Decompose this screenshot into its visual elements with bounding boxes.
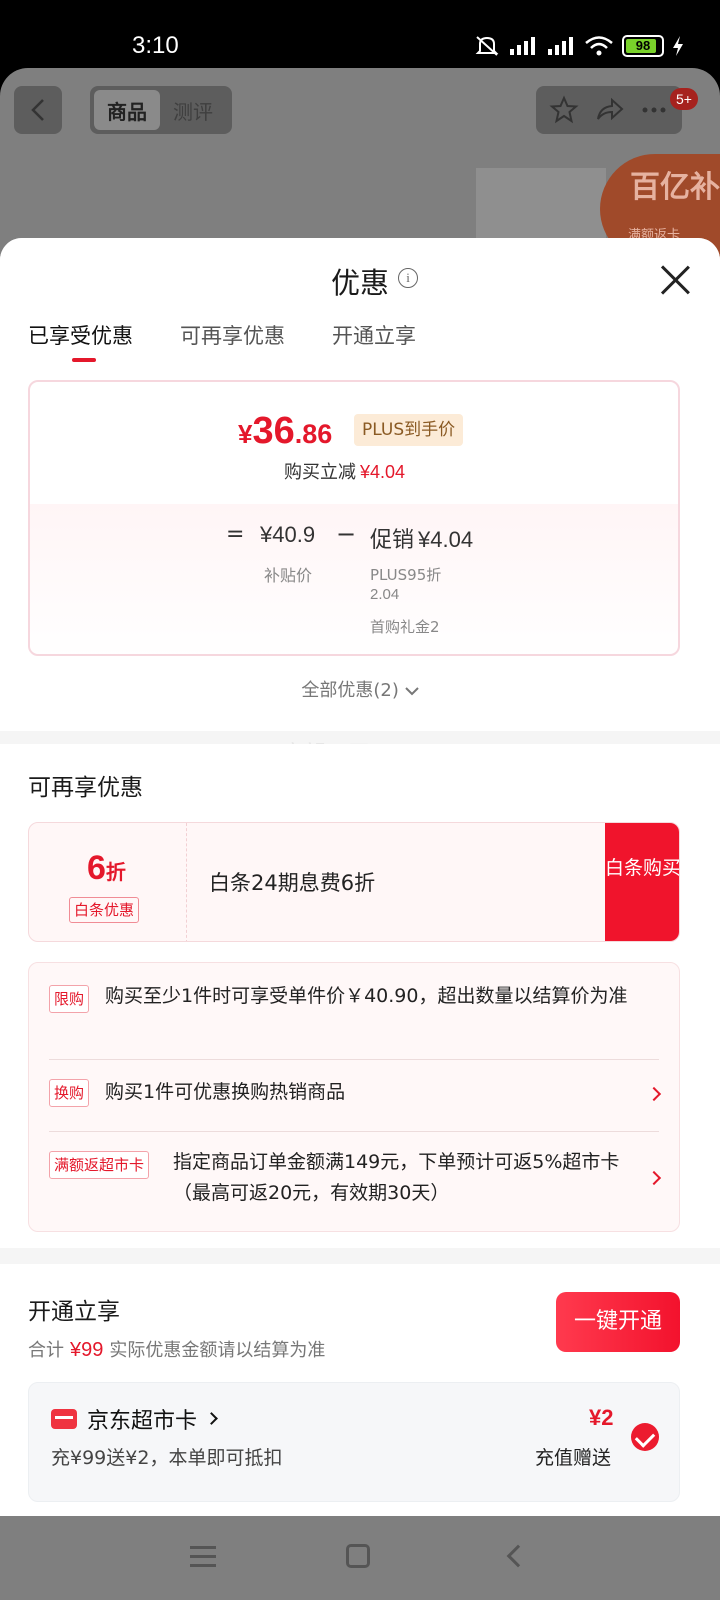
more-icon[interactable] bbox=[639, 95, 669, 125]
close-button[interactable] bbox=[660, 264, 690, 294]
card-bonus-amount: ¥2 bbox=[589, 1405, 614, 1430]
promotion-sheet: 优惠 i 已享受优惠 可再享优惠 开通立享 ¥36.86 PLUS到手价 购买立… bbox=[0, 238, 720, 1528]
baitiao-discount: 6折 白条优惠 bbox=[29, 823, 187, 941]
tab-review[interactable]: 测评 bbox=[160, 96, 226, 125]
divider bbox=[49, 1131, 659, 1132]
chevron-right-icon bbox=[205, 1412, 218, 1425]
baitiao-tag: 白条优惠 bbox=[69, 897, 140, 923]
more-offers-title: 可再享优惠 bbox=[28, 775, 143, 801]
all-promotions-toggle[interactable]: 全部优惠(2) bbox=[0, 676, 720, 702]
chevron-down-icon bbox=[404, 687, 419, 696]
rule-tag: 换购 bbox=[49, 1079, 90, 1107]
wifi-icon bbox=[585, 36, 613, 56]
equals-sign: = bbox=[226, 522, 245, 547]
status-icons: 98 bbox=[474, 34, 684, 58]
offer-rules: 限购 购买至少1件时可享受单件价￥40.90，超出数量以结算价为准 换购 购买1… bbox=[28, 962, 680, 1232]
open-benefits-section: 开通立享 合计 ¥99 实际优惠金额请以结算为准 一键开通 京东超市卡 充¥99送¥… bbox=[0, 1264, 720, 1528]
battery-icon: 98 bbox=[622, 35, 664, 57]
status-bar: 3:10 98 bbox=[0, 0, 720, 68]
product-image bbox=[476, 168, 606, 248]
total-summary: 合计 ¥99 实际优惠金额请以结算为准 bbox=[28, 1339, 326, 1361]
more-offers-section: 可再享优惠 6折 白条优惠 白条24期息费6折 白条购买 限购 购买至少1件时可… bbox=[0, 744, 720, 1248]
tab-enjoyed-offers[interactable]: 已享受优惠 bbox=[28, 320, 133, 350]
info-icon[interactable]: i bbox=[398, 268, 418, 288]
rule-text: 购买至少1件时可享受单件价￥40.90，超出数量以结算价为准 bbox=[105, 985, 628, 1007]
tab-product[interactable]: 商品 bbox=[94, 90, 160, 130]
favorite-star-icon[interactable] bbox=[549, 95, 579, 125]
baitiao-description: 白条24期息费6折 bbox=[209, 871, 376, 895]
price-breakdown-card: ¥36.86 PLUS到手价 购买立减 ¥4.04 = ¥40.9 补贴价 − 促… bbox=[28, 380, 680, 656]
discount-value: 6折 bbox=[87, 849, 126, 887]
rule-purchase-limit: 限购 购买至少1件时可享受单件价￥40.90，超出数量以结算价为准 bbox=[49, 981, 659, 1045]
rule-supermarket-card[interactable]: 满额返超市卡 指定商品订单金额满149元，下单预计可返5%超市卡（最高可返20元… bbox=[49, 1147, 662, 1211]
card-name: 京东超市卡 bbox=[87, 1409, 198, 1434]
tab-open-benefits[interactable]: 开通立享 bbox=[332, 320, 416, 350]
signal-icon bbox=[510, 37, 535, 55]
promo-detail: 首购礼金2 bbox=[370, 618, 440, 636]
chevron-right-icon bbox=[646, 1170, 662, 1186]
chevron-right-icon bbox=[646, 1086, 662, 1102]
tab-more-offers[interactable]: 可再享优惠 bbox=[180, 320, 285, 350]
plus-price-tag: PLUS到手价 bbox=[354, 414, 464, 446]
subsidy-price-label: 补贴价 bbox=[264, 566, 313, 585]
baitiao-buy-button[interactable]: 白条购买 bbox=[605, 823, 679, 941]
back-icon[interactable] bbox=[506, 1544, 530, 1568]
rule-tag: 满额返超市卡 bbox=[49, 1151, 150, 1179]
subsidy-price: ¥40.9 bbox=[260, 522, 316, 547]
final-price: ¥36.86 bbox=[238, 410, 333, 452]
charging-icon bbox=[673, 36, 683, 56]
rule-trade-in[interactable]: 换购 购买1件可优惠换购热销商品 bbox=[49, 1075, 662, 1115]
sticker-title: 百亿补贴 bbox=[630, 170, 720, 205]
screen: 3:10 98 商品 测评 5+ 百亿补贴 满额返卡 bbox=[0, 0, 720, 1600]
offer-tabs: 已享受优惠 可再享优惠 开通立享 bbox=[0, 320, 720, 364]
sheet-title: 优惠 bbox=[330, 266, 389, 300]
mute-icon bbox=[475, 36, 499, 56]
rule-text: 指定商品订单金额满149元，下单预计可返5%超市卡（最高可返20元，有效期30天… bbox=[173, 1151, 620, 1204]
baitiao-offer-card: 6折 白条优惠 白条24期息费6折 白条购买 bbox=[28, 822, 680, 942]
promo-detail: 2.04 bbox=[370, 586, 400, 603]
back-button[interactable] bbox=[14, 86, 62, 134]
product-tabs: 商品 测评 bbox=[90, 86, 232, 134]
top-actions bbox=[536, 86, 682, 134]
status-time: 3:10 bbox=[132, 32, 179, 59]
chevron-left-icon bbox=[31, 99, 44, 121]
card-icon bbox=[51, 1409, 77, 1429]
supermarket-card-offer[interactable]: 京东超市卡 充¥99送¥2，本单即可抵扣 ¥2 充值赠送 bbox=[28, 1382, 680, 1502]
system-nav-bar bbox=[0, 1516, 720, 1600]
card-bonus-label: 充值赠送 bbox=[535, 1447, 612, 1469]
share-icon[interactable] bbox=[594, 95, 624, 125]
promotion-amount: 促销 ¥4.04 bbox=[370, 527, 474, 553]
rule-tag: 限购 bbox=[49, 985, 90, 1013]
minus-sign: − bbox=[336, 520, 357, 548]
instant-reduction: 购买立减 ¥4.04 bbox=[284, 462, 406, 483]
promo-detail: PLUS95折 bbox=[370, 566, 442, 584]
home-icon[interactable] bbox=[346, 1544, 370, 1568]
card-description: 充¥99送¥2，本单即可抵扣 bbox=[51, 1447, 283, 1469]
divider bbox=[49, 1059, 659, 1060]
message-badge: 5+ bbox=[670, 88, 698, 110]
open-benefits-title: 开通立享 bbox=[28, 1299, 120, 1325]
signal-icon bbox=[548, 37, 573, 55]
enjoyed-offers-section: 优惠 i 已享受优惠 可再享优惠 开通立享 ¥36.86 PLUS到手价 购买立… bbox=[0, 238, 720, 731]
one-click-open-button[interactable]: 一键开通 bbox=[556, 1292, 680, 1352]
selected-check-icon[interactable] bbox=[631, 1423, 659, 1451]
rule-text: 购买1件可优惠换购热销商品 bbox=[105, 1081, 346, 1103]
menu-icon[interactable] bbox=[190, 1546, 216, 1568]
active-tab-indicator bbox=[72, 358, 96, 362]
